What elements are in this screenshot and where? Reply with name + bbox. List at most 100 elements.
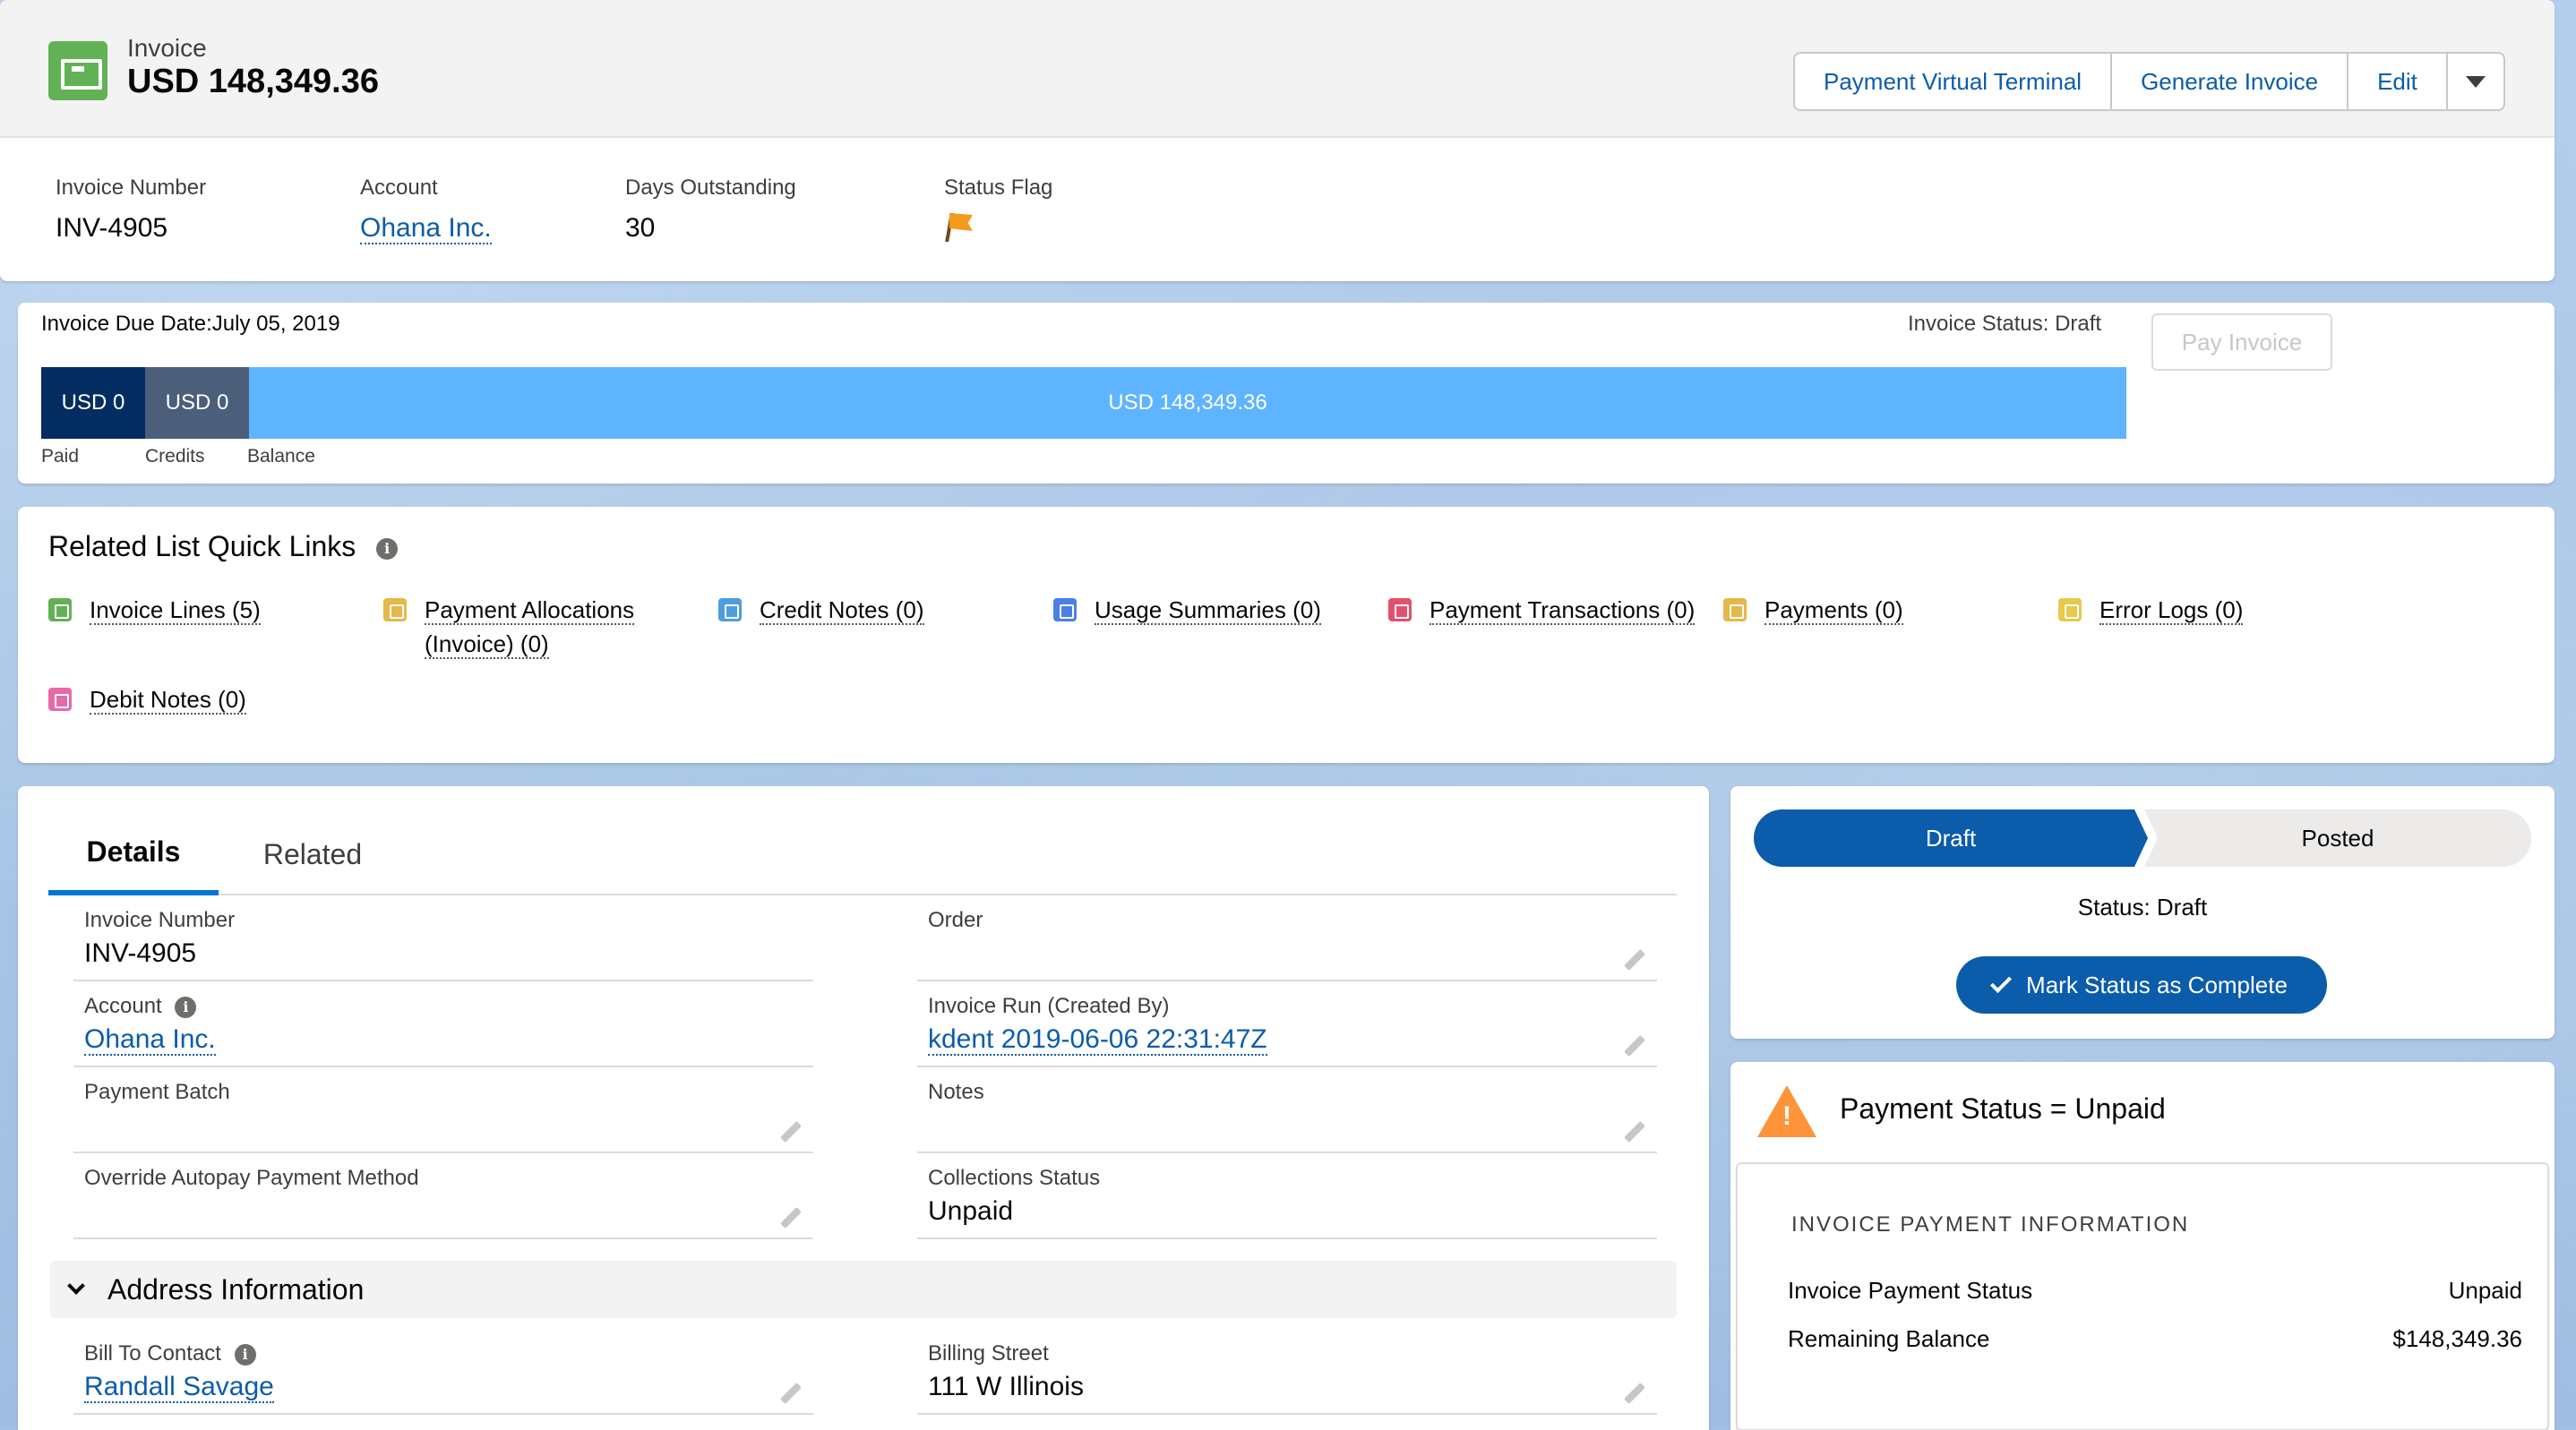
quick-link-label[interactable]: Credit Notes (0) [760, 596, 924, 625]
section-title: Address Information [107, 1272, 365, 1306]
info-icon[interactable]: i [234, 1343, 256, 1366]
quick-link-error-logs[interactable]: Error Logs (0) [2058, 593, 2244, 627]
quick-link-usage-summaries[interactable]: Usage Summaries (0) [1053, 593, 1321, 627]
address-section-toggle[interactable]: Address Information [50, 1261, 1677, 1318]
info-icon[interactable]: i [376, 537, 399, 560]
field-invoice-run: Invoice Run (Created By) kdent 2019-06-0… [917, 981, 1657, 1067]
info-label: Invoice Payment Status [1788, 1277, 2033, 1304]
edit-pencil-icon[interactable] [779, 1120, 803, 1143]
path-step-posted[interactable]: Posted [2144, 809, 2531, 867]
quick-link-label[interactable]: Debit Notes (0) [90, 686, 246, 715]
tab-details[interactable]: Details [48, 813, 219, 895]
quick-link-payment-transactions[interactable]: Payment Transactions (0) [1388, 593, 1696, 627]
field-order: Order [917, 895, 1657, 981]
highlight-value: 30 [625, 213, 656, 243]
field-label: Collections Status [928, 1166, 1101, 1190]
invoice-run-link[interactable]: kdent 2019-06-06 22:31:47Z [928, 1024, 1267, 1056]
field-collections-status: Collections Status Unpaid [917, 1153, 1657, 1239]
field-label: Override Autopay Payment Method [84, 1166, 419, 1190]
warning-icon: ! [1757, 1085, 1816, 1137]
record-tabs: Details Related [48, 813, 1677, 895]
edit-pencil-icon[interactable] [1623, 1382, 1646, 1405]
quick-link-label[interactable]: Invoice Lines (5) [90, 596, 261, 625]
header-actions: Payment Virtual Terminal Generate Invoic… [1793, 52, 2505, 111]
path-step-draft[interactable]: Draft [1754, 809, 2148, 867]
quick-link-label[interactable]: Payment Allocations (Invoice) (0) [425, 596, 635, 659]
info-row-payment-status: Invoice Payment Status Unpaid [1788, 1277, 2522, 1305]
field-label: Account i [84, 994, 197, 1019]
field-label: Bill To Contact i [84, 1341, 256, 1366]
field-label: Billing Street [928, 1341, 1049, 1366]
account-link[interactable]: Ohana Inc. [84, 1024, 216, 1056]
invoice-balance-card: Invoice Due Date:July 05, 2019 Invoice S… [18, 303, 2555, 484]
paid-segment: USD 0 [41, 367, 145, 439]
edit-button[interactable]: Edit [2348, 54, 2448, 109]
header-top-bar: Invoice USD 148,349.36 Payment Virtual T… [0, 0, 2555, 138]
quick-link-invoice-lines[interactable]: Invoice Lines (5) [48, 593, 261, 627]
field-value: INV-4905 [84, 938, 197, 968]
details-card: Details Related Invoice Number INV-4905 … [18, 786, 1709, 1430]
generate-invoice-button[interactable]: Generate Invoice [2112, 54, 2349, 109]
edit-pencil-icon[interactable] [1623, 1120, 1646, 1143]
field-bill-to-contact: Bill To Contact i Randall Savage [73, 1329, 813, 1415]
payments-icon [1723, 598, 1747, 621]
quick-link-label[interactable]: Payment Transactions (0) [1430, 596, 1696, 625]
highlight-label: Invoice Number [56, 176, 207, 200]
pay-invoice-button[interactable]: Pay Invoice [2151, 313, 2332, 371]
quick-link-payment-allocations[interactable]: Payment Allocations (Invoice) (0) [383, 593, 684, 661]
field-label: Order [928, 908, 983, 932]
quick-links-card: Related List Quick Links i Invoice Lines… [18, 507, 2555, 763]
more-actions-button[interactable] [2448, 54, 2503, 109]
paid-label: Paid [41, 446, 80, 467]
quick-link-label[interactable]: Payments (0) [1765, 596, 1903, 625]
quick-link-credit-notes[interactable]: Credit Notes (0) [718, 593, 924, 627]
field-label: Invoice Number [84, 908, 236, 932]
field-override-autopay: Override Autopay Payment Method [73, 1153, 813, 1239]
field-label: Notes [928, 1080, 984, 1104]
quick-link-debit-notes[interactable]: Debit Notes (0) [48, 682, 246, 716]
field-value: 111 W Illinois [928, 1372, 1084, 1401]
credit-notes-icon [718, 598, 742, 621]
highlight-label: Status Flag [944, 176, 1053, 200]
edit-pencil-icon[interactable] [779, 1206, 803, 1229]
account-link[interactable]: Ohana Inc. [360, 213, 492, 244]
invoice-payment-info-panel: INVOICE PAYMENT INFORMATION Invoice Paym… [1736, 1162, 2549, 1430]
field-value: Unpaid [928, 1196, 1014, 1226]
contact-link[interactable]: Randall Savage [84, 1372, 274, 1403]
field-invoice-number: Invoice Number INV-4905 [73, 895, 813, 981]
record-header: Invoice USD 148,349.36 Payment Virtual T… [0, 0, 2555, 281]
field-payment-batch: Payment Batch [73, 1067, 813, 1153]
path-status-text: Status: Draft [2077, 894, 2208, 921]
invoice-due-date: Invoice Due Date:July 05, 2019 [41, 312, 340, 336]
highlight-status-flag: Status Flag [944, 176, 1052, 244]
payment-status-title: Payment Status = Unpaid [1840, 1092, 2166, 1125]
field-label: Invoice Run (Created By) [928, 994, 1170, 1018]
edit-pencil-icon[interactable] [1623, 1034, 1646, 1058]
credits-segment: USD 0 [145, 367, 249, 439]
payment-status-card: ! Payment Status = Unpaid INVOICE PAYMEN… [1730, 1062, 2555, 1430]
quick-link-label[interactable]: Usage Summaries (0) [1095, 596, 1321, 625]
button-label: Mark Status as Complete [2026, 971, 2288, 998]
highlight-days-outstanding: Days Outstanding 30 [625, 176, 796, 244]
section-heading: INVOICE PAYMENT INFORMATION [1791, 1212, 2190, 1237]
record-type-label: Invoice [127, 34, 207, 62]
info-icon[interactable]: i [175, 996, 197, 1018]
edit-pencil-icon[interactable] [1623, 948, 1646, 972]
payment-virtual-terminal-button[interactable]: Payment Virtual Terminal [1795, 54, 2113, 109]
highlight-label: Account [360, 176, 438, 200]
error-logs-icon [2058, 598, 2082, 621]
quick-link-label[interactable]: Error Logs (0) [2099, 596, 2244, 625]
quick-link-payments[interactable]: Payments (0) [1723, 593, 1903, 627]
status-path-card: Draft Posted Status: Draft Mark Status a… [1730, 786, 2555, 1039]
info-value: $148,349.36 [2392, 1325, 2522, 1352]
tab-related[interactable]: Related [236, 813, 389, 895]
edit-pencil-icon[interactable] [779, 1382, 803, 1405]
payment-allocations-icon [383, 598, 407, 621]
invoice-status-text: Invoice Status: Draft [1908, 312, 2102, 336]
balance-label: Balance [247, 446, 315, 467]
mark-status-complete-button[interactable]: Mark Status as Complete [1956, 956, 2327, 1014]
info-label: Remaining Balance [1788, 1325, 1990, 1352]
invoice-record-icon [48, 41, 107, 100]
field-label: Payment Batch [84, 1080, 230, 1104]
highlight-account: Account Ohana Inc. [360, 176, 492, 244]
